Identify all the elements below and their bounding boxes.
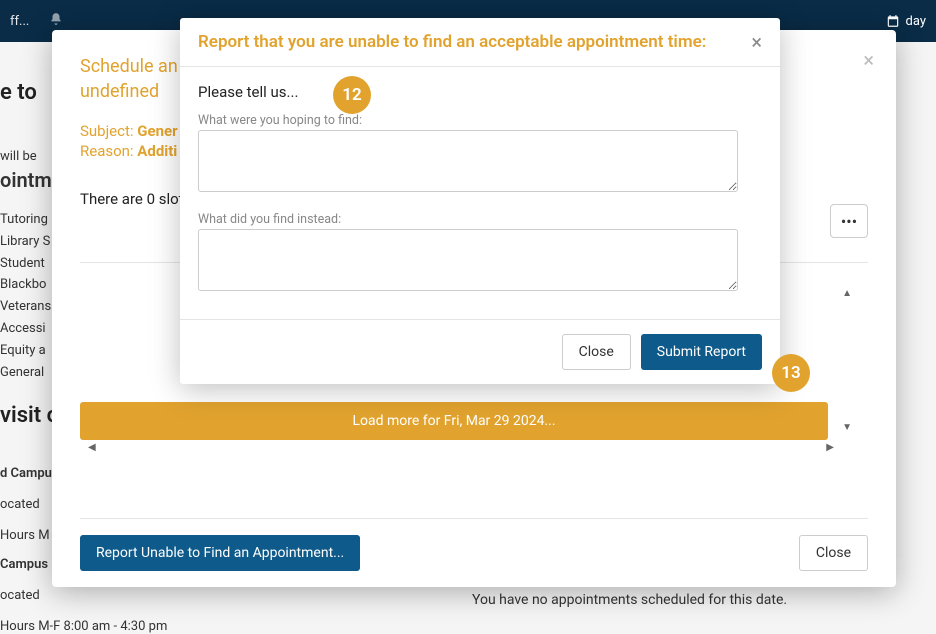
bg-no-appointments: You have no appointments scheduled for t… (472, 592, 787, 608)
bell-icon[interactable] (49, 12, 63, 30)
report-modal-title: Report that you are unable to find an ac… (198, 32, 706, 52)
schedule-close-button[interactable]: Close (799, 535, 868, 571)
load-more-button[interactable]: Load more for Fri, Mar 29 2024... (80, 402, 828, 440)
more-options-button[interactable]: ••• (830, 204, 868, 238)
topbar-day-label: day (906, 14, 926, 29)
scroll-left-icon[interactable]: ◀ (88, 442, 96, 453)
report-close-button[interactable]: Close (562, 334, 631, 370)
scroll-down-icon[interactable]: ▼ (842, 422, 852, 433)
bg-located-2: ocated (0, 588, 936, 603)
submit-report-button[interactable]: Submit Report (641, 334, 762, 370)
dots-icon: ••• (841, 212, 857, 231)
topbar-left-text: ff... (10, 14, 29, 29)
report-modal: Report that you are unable to find an ac… (180, 18, 780, 384)
report-modal-header: Report that you are unable to find an ac… (180, 18, 780, 67)
annotation-badge-13: 13 (772, 354, 810, 392)
report-lead-text: Please tell us... (198, 83, 762, 101)
schedule-modal-footer: Report Unable to Find an Appointment... … (80, 518, 868, 571)
found-textarea[interactable] (198, 229, 738, 291)
annotation-badge-12: 12 (333, 76, 371, 114)
close-icon[interactable]: × (751, 32, 762, 52)
hoping-textarea[interactable] (198, 130, 738, 192)
scroll-up-icon[interactable]: ▲ (842, 288, 852, 299)
report-unable-button[interactable]: Report Unable to Find an Appointment... (80, 535, 360, 571)
report-modal-footer: Close Submit Report (180, 319, 780, 384)
report-modal-body: Please tell us... What were you hoping t… (180, 67, 780, 319)
hoping-label: What were you hoping to find: (198, 113, 762, 128)
found-label: What did you find instead: (198, 212, 762, 227)
scroll-right-icon[interactable]: ▶ (826, 442, 834, 453)
topbar-right[interactable]: day (886, 14, 926, 29)
bg-hours-2: Hours M-F 8:00 am - 4:30 pm (0, 619, 936, 634)
